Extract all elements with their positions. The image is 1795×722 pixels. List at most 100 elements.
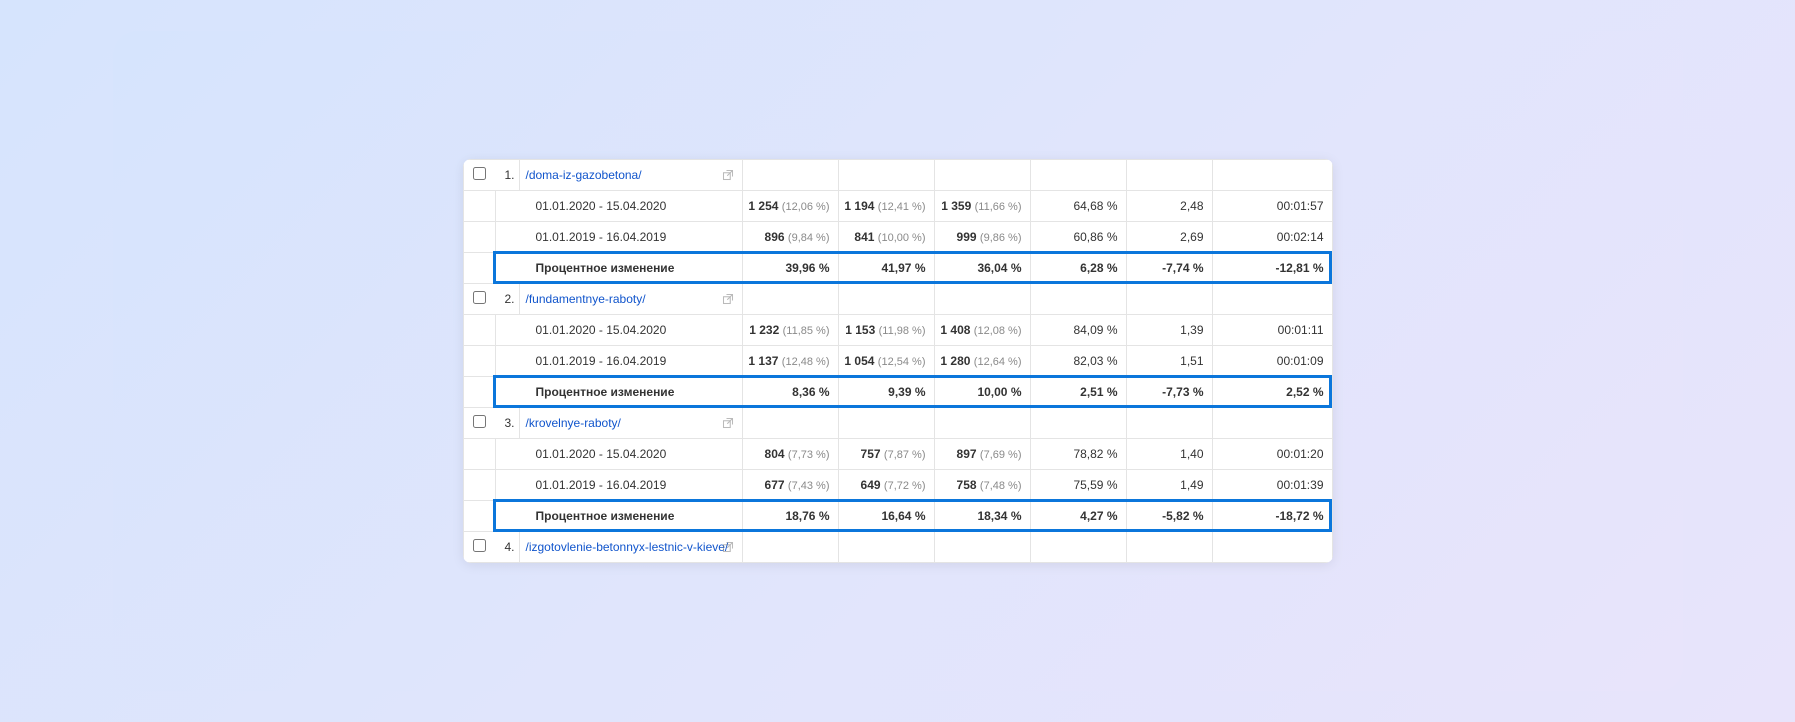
metric-cell: 00:01:11 bbox=[1212, 315, 1332, 346]
metric-cell: 1 408 (12,08 %) bbox=[934, 315, 1030, 346]
metric-cell: 1 280 (12,64 %) bbox=[934, 346, 1030, 377]
change-cell: 2,51 % bbox=[1030, 377, 1126, 408]
metric-cell: 00:01:57 bbox=[1212, 191, 1332, 222]
period-row-current: 01.01.2020 - 15.04.20201 254 (12,06 %)1 … bbox=[463, 191, 1332, 222]
metric-cell: 1 137 (12,48 %) bbox=[742, 346, 838, 377]
metric-cell: 1,51 bbox=[1126, 346, 1212, 377]
page-path-cell: /fundamentnye-raboty/ bbox=[519, 284, 742, 315]
metric-cell: 677 (7,43 %) bbox=[742, 470, 838, 501]
metric-cell: 1 194 (12,41 %) bbox=[838, 191, 934, 222]
page-path-cell: /doma-iz-gazobetona/ bbox=[519, 160, 742, 191]
page-path-link[interactable]: /krovelnye-raboty/ bbox=[526, 416, 621, 430]
change-cell: -7,73 % bbox=[1126, 377, 1212, 408]
row-index: 3. bbox=[495, 408, 519, 439]
metric-cell: 1,40 bbox=[1126, 439, 1212, 470]
page-header-row: 3. /krovelnye-raboty/ bbox=[463, 408, 1332, 439]
metric-cell: 82,03 % bbox=[1030, 346, 1126, 377]
change-cell: 6,28 % bbox=[1030, 253, 1126, 284]
row-checkbox[interactable] bbox=[473, 539, 486, 552]
metric-cell: 1 254 (12,06 %) bbox=[742, 191, 838, 222]
open-external-icon[interactable] bbox=[722, 541, 734, 553]
change-cell: 10,00 % bbox=[934, 377, 1030, 408]
change-cell: 39,96 % bbox=[742, 253, 838, 284]
period-label: 01.01.2019 - 16.04.2019 bbox=[495, 222, 742, 253]
metric-cell: 1 359 (11,66 %) bbox=[934, 191, 1030, 222]
period-label: 01.01.2020 - 15.04.2020 bbox=[495, 439, 742, 470]
metric-cell: 1,39 bbox=[1126, 315, 1212, 346]
change-cell: 8,36 % bbox=[742, 377, 838, 408]
row-checkbox[interactable] bbox=[473, 291, 486, 304]
open-external-icon[interactable] bbox=[722, 293, 734, 305]
page-header-row: 1. /doma-iz-gazobetona/ bbox=[463, 160, 1332, 191]
metric-cell: 757 (7,87 %) bbox=[838, 439, 934, 470]
data-table: 1. /doma-iz-gazobetona/01.01.2020 - 15.04… bbox=[463, 159, 1333, 563]
change-cell: -18,72 % bbox=[1212, 501, 1332, 532]
metric-cell: 1 054 (12,54 %) bbox=[838, 346, 934, 377]
metric-cell: 897 (7,69 %) bbox=[934, 439, 1030, 470]
percent-change-row: Процентное изменение18,76 %16,64 %18,34 … bbox=[463, 501, 1332, 532]
metric-cell: 1 153 (11,98 %) bbox=[838, 315, 934, 346]
card-background: 1. /doma-iz-gazobetona/01.01.2020 - 15.04… bbox=[113, 31, 1683, 691]
metric-cell: 75,59 % bbox=[1030, 470, 1126, 501]
metric-cell: 999 (9,86 %) bbox=[934, 222, 1030, 253]
period-label: 01.01.2020 - 15.04.2020 bbox=[495, 191, 742, 222]
change-cell: -5,82 % bbox=[1126, 501, 1212, 532]
row-checkbox-cell bbox=[463, 532, 495, 563]
metric-cell: 00:01:39 bbox=[1212, 470, 1332, 501]
change-cell: -12,81 % bbox=[1212, 253, 1332, 284]
metric-cell: 804 (7,73 %) bbox=[742, 439, 838, 470]
metric-cell: 64,68 % bbox=[1030, 191, 1126, 222]
analytics-comparison-table: 1. /doma-iz-gazobetona/01.01.2020 - 15.04… bbox=[463, 159, 1333, 563]
period-row-current: 01.01.2020 - 15.04.20201 232 (11,85 %)1 … bbox=[463, 315, 1332, 346]
metric-cell: 758 (7,48 %) bbox=[934, 470, 1030, 501]
metric-cell: 00:02:14 bbox=[1212, 222, 1332, 253]
metric-cell: 896 (9,84 %) bbox=[742, 222, 838, 253]
period-row-previous: 01.01.2019 - 16.04.2019677 (7,43 %)649 (… bbox=[463, 470, 1332, 501]
page-path-cell: /krovelnye-raboty/ bbox=[519, 408, 742, 439]
row-checkbox-cell bbox=[463, 408, 495, 439]
change-cell: 18,34 % bbox=[934, 501, 1030, 532]
change-cell: 18,76 % bbox=[742, 501, 838, 532]
percent-change-label: Процентное изменение bbox=[495, 501, 742, 532]
change-cell: 41,97 % bbox=[838, 253, 934, 284]
change-cell: 36,04 % bbox=[934, 253, 1030, 284]
percent-change-row: Процентное изменение8,36 %9,39 %10,00 %2… bbox=[463, 377, 1332, 408]
page-header-row: 4. /izgotovlenie-betonnyx-lestnic-v-kieve… bbox=[463, 532, 1332, 563]
metric-cell: 84,09 % bbox=[1030, 315, 1126, 346]
period-label: 01.01.2019 - 16.04.2019 bbox=[495, 346, 742, 377]
period-row-previous: 01.01.2019 - 16.04.2019896 (9,84 %)841 (… bbox=[463, 222, 1332, 253]
row-index: 2. bbox=[495, 284, 519, 315]
row-index: 1. bbox=[495, 160, 519, 191]
change-cell: 2,52 % bbox=[1212, 377, 1332, 408]
open-external-icon[interactable] bbox=[722, 169, 734, 181]
period-label: 01.01.2019 - 16.04.2019 bbox=[495, 470, 742, 501]
metric-cell: 00:01:20 bbox=[1212, 439, 1332, 470]
metric-cell: 841 (10,00 %) bbox=[838, 222, 934, 253]
open-external-icon[interactable] bbox=[722, 417, 734, 429]
row-checkbox-cell bbox=[463, 160, 495, 191]
page-path-link[interactable]: /doma-iz-gazobetona/ bbox=[526, 168, 642, 182]
metric-cell: 78,82 % bbox=[1030, 439, 1126, 470]
change-cell: 4,27 % bbox=[1030, 501, 1126, 532]
metric-cell: 2,69 bbox=[1126, 222, 1212, 253]
metric-cell: 2,48 bbox=[1126, 191, 1212, 222]
page-path-link[interactable]: /fundamentnye-raboty/ bbox=[526, 292, 646, 306]
period-label: 01.01.2020 - 15.04.2020 bbox=[495, 315, 742, 346]
page-path-cell: /izgotovlenie-betonnyx-lestnic-v-kieve/ bbox=[519, 532, 742, 563]
period-row-previous: 01.01.2019 - 16.04.20191 137 (12,48 %)1 … bbox=[463, 346, 1332, 377]
percent-change-row: Процентное изменение39,96 %41,97 %36,04 … bbox=[463, 253, 1332, 284]
metric-cell: 1,49 bbox=[1126, 470, 1212, 501]
metric-cell: 60,86 % bbox=[1030, 222, 1126, 253]
row-checkbox[interactable] bbox=[473, 167, 486, 180]
period-row-current: 01.01.2020 - 15.04.2020804 (7,73 %)757 (… bbox=[463, 439, 1332, 470]
change-cell: 9,39 % bbox=[838, 377, 934, 408]
metric-cell: 649 (7,72 %) bbox=[838, 470, 934, 501]
row-index: 4. bbox=[495, 532, 519, 563]
page-path-link[interactable]: /izgotovlenie-betonnyx-lestnic-v-kieve/ bbox=[526, 540, 729, 554]
metric-cell: 00:01:09 bbox=[1212, 346, 1332, 377]
metric-cell: 1 232 (11,85 %) bbox=[742, 315, 838, 346]
row-checkbox-cell bbox=[463, 284, 495, 315]
change-cell: -7,74 % bbox=[1126, 253, 1212, 284]
percent-change-label: Процентное изменение bbox=[495, 377, 742, 408]
row-checkbox[interactable] bbox=[473, 415, 486, 428]
